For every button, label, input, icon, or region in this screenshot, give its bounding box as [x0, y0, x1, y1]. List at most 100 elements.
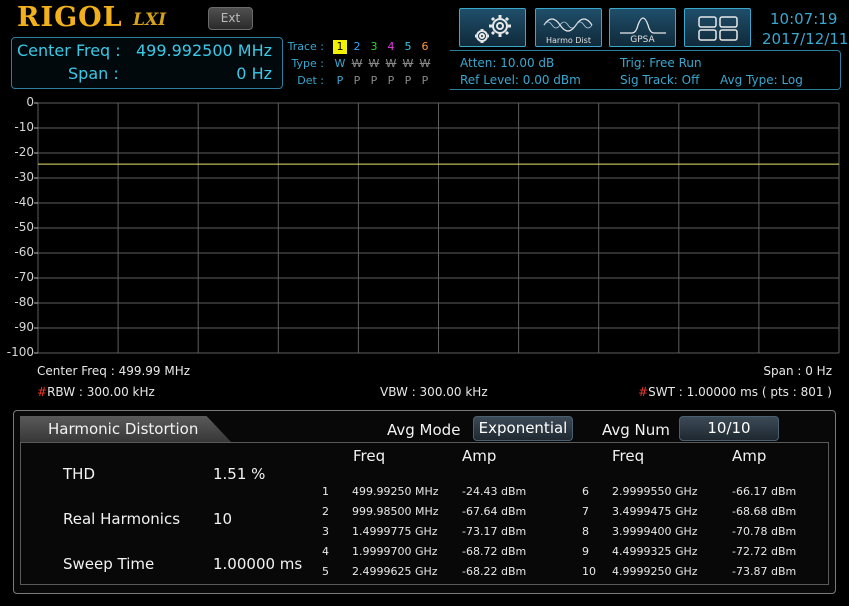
harmonic-amp: -24.43 dBm [462, 485, 527, 498]
y-tick-label: -40 [14, 195, 34, 209]
settings-button[interactable] [459, 8, 526, 47]
harmonic-freq: 999.98500 MHz [352, 505, 439, 518]
harmonic-index: 1 [322, 485, 329, 498]
avg-mode-label: Avg Mode [387, 421, 461, 439]
y-tick-label: -90 [14, 320, 34, 334]
harmonic-index: 4 [322, 545, 329, 558]
trace-number-4[interactable]: 4 [384, 40, 398, 53]
harmonic-index: 2 [322, 505, 329, 518]
harmonic-freq: 2.9999550 GHz [612, 485, 698, 498]
harmonic-amp: -67.64 dBm [462, 505, 527, 518]
harmonic-wave-icon [543, 18, 593, 32]
brand-logo: RIGOL [17, 2, 123, 33]
span-value[interactable]: 0 Hz [236, 64, 272, 83]
avg-num-label: Avg Num [602, 421, 670, 439]
trace-det-4[interactable]: P [384, 74, 398, 87]
trace-type-1[interactable]: W [333, 57, 347, 70]
sweep-time-value: 1.00000 ms [213, 555, 303, 573]
trace-number-1[interactable]: 1 [333, 40, 347, 54]
harmonic-amp: -68.72 dBm [462, 545, 527, 558]
thd-value: 1.51 % [213, 465, 266, 483]
ref-level-status[interactable]: Ref Level: 0.00 dBm [460, 73, 581, 87]
harmonic-index: 10 [582, 565, 596, 578]
trace-status-table[interactable]: Trace : Type : Det : 123456WWWWWWPPPPPP [287, 37, 437, 89]
ext-button[interactable]: Ext [208, 7, 253, 30]
type-label: Type : [291, 57, 324, 70]
atten-status[interactable]: Atten: 10.00 dB [460, 56, 554, 70]
y-tick-label: -20 [14, 145, 34, 159]
lxi-logo: LXI [133, 10, 167, 30]
harmo-dist-button[interactable]: Harmo Dist [535, 8, 602, 47]
avg-mode-button[interactable]: Exponential [473, 416, 573, 441]
trace-label: Trace : [287, 40, 324, 53]
harmonic-freq: 3.4999475 GHz [612, 505, 698, 518]
freq-header-left: Freq [353, 447, 386, 465]
amp-header-left: Amp [462, 447, 497, 465]
trace-type-4[interactable]: W [384, 57, 398, 70]
y-tick-label: -70 [14, 270, 34, 284]
status-strip: Atten: 10.00 dB Ref Level: 0.00 dBm Trig… [450, 50, 841, 90]
trace-number-5[interactable]: 5 [401, 40, 415, 53]
rbw-info[interactable]: #RBW : 300.00 kHz [37, 385, 155, 399]
spectrum-graph[interactable]: Center Freq : 499.99 MHz Span : 0 Hz #RB… [0, 95, 849, 410]
harmonic-index: 3 [322, 525, 329, 538]
trace-number-3[interactable]: 3 [367, 40, 381, 53]
harmonic-index: 9 [582, 545, 589, 558]
harmonic-amp: -66.17 dBm [732, 485, 797, 498]
window-layout-icon [698, 16, 738, 41]
layout-button[interactable] [684, 8, 751, 47]
sig-track-status[interactable]: Sig Track: Off [620, 73, 699, 87]
trace-type-3[interactable]: W [367, 57, 381, 70]
harmonic-amp: -68.22 dBm [462, 565, 527, 578]
harmonic-amp: -73.87 dBm [732, 565, 797, 578]
harmonic-distortion-panel: Harmonic Distortion Avg Mode Exponential… [13, 410, 836, 594]
graph-grid[interactable] [0, 95, 849, 360]
y-tick-label: -60 [14, 245, 34, 259]
y-tick-label: 0 [26, 95, 34, 109]
center-freq-value[interactable]: 499.992500 MHz [136, 41, 272, 60]
trace-number-2[interactable]: 2 [350, 40, 364, 53]
y-tick-label: -80 [14, 295, 34, 309]
trace-det-3[interactable]: P [367, 74, 381, 87]
gpsa-button[interactable]: GPSA [609, 8, 676, 47]
trace-det-2[interactable]: P [350, 74, 364, 87]
swt-value: SWT : 1.00000 ms ( pts : 801 ) [648, 385, 832, 399]
trace-det-5[interactable]: P [401, 74, 415, 87]
harmonic-amp: -73.17 dBm [462, 525, 527, 538]
clock-time: 10:07:19 [770, 10, 838, 28]
harmonic-freq: 3.9999400 GHz [612, 525, 698, 538]
clock-date: 2017/12/11 [762, 30, 849, 48]
harmonic-index: 8 [582, 525, 589, 538]
top-bar: RIGOL LXI Ext Harmo Dist GPSA 10:07:19 2… [0, 0, 849, 92]
avg-num-button[interactable]: 10/10 [679, 416, 779, 441]
harmonic-freq: 4.4999325 GHz [612, 545, 698, 558]
rbw-value: RBW : 300.00 kHz [47, 385, 155, 399]
vbw-info[interactable]: VBW : 300.00 kHz [380, 385, 488, 399]
harmonic-amp: -70.78 dBm [732, 525, 797, 538]
amp-header-right: Amp [732, 447, 767, 465]
real-harmonics-label: Real Harmonics [63, 510, 181, 528]
trace-number-6[interactable]: 6 [418, 40, 432, 53]
trace-type-5[interactable]: W [401, 57, 415, 70]
harmo-dist-label: Harmo Dist [546, 36, 591, 45]
avg-type-status[interactable]: Avg Type: Log [720, 73, 803, 87]
frequency-span-panel[interactable]: Center Freq : 499.992500 MHz Span : 0 Hz [11, 37, 283, 89]
trace-type-2[interactable]: W [350, 57, 364, 70]
freq-header-right: Freq [612, 447, 645, 465]
swt-info[interactable]: #SWT : 1.00000 ms ( pts : 801 ) [638, 385, 832, 399]
det-label: Det : [297, 74, 324, 87]
harmonic-amp: -72.72 dBm [732, 545, 797, 558]
harmonic-freq: 1.4999775 GHz [352, 525, 438, 538]
rbw-manual-marker: # [37, 385, 48, 399]
center-freq-label: Center Freq : [17, 41, 121, 60]
span-label: Span : [68, 64, 119, 83]
trig-status[interactable]: Trig: Free Run [620, 56, 702, 70]
y-tick-label: -10 [14, 120, 34, 134]
trace-det-1[interactable]: P [333, 74, 347, 87]
harmonic-index: 7 [582, 505, 589, 518]
harmonic-amp: -68.68 dBm [732, 505, 797, 518]
trace-det-6[interactable]: P [418, 74, 432, 87]
swt-manual-marker: # [638, 385, 649, 399]
gear-icon [475, 15, 511, 43]
trace-type-6[interactable]: W [418, 57, 432, 70]
